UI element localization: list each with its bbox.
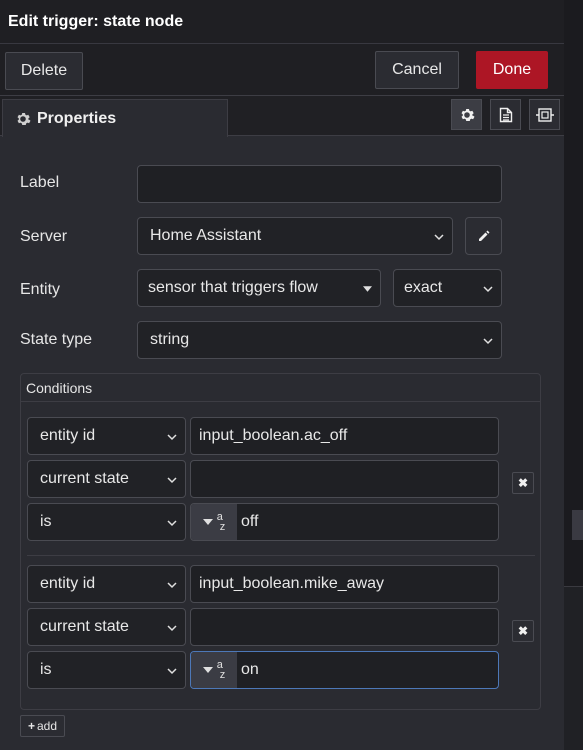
- dialog-toolbar: Delete Cancel Done: [0, 44, 564, 96]
- document-icon: [499, 107, 512, 122]
- caret-down-icon: [363, 286, 372, 292]
- conditions-panel: Conditions entity id input_boolean.ac_of…: [20, 373, 541, 710]
- gear-icon: [17, 112, 31, 125]
- pencil-icon: [478, 230, 489, 241]
- chevron-down-icon: [483, 286, 493, 293]
- condition-type-select[interactable]: entity id: [27, 565, 186, 603]
- node-appearance-icon: [535, 107, 554, 122]
- condition-separator: [27, 555, 535, 556]
- condition-value: on: [241, 661, 259, 678]
- background-app-strip: [563, 0, 583, 750]
- gear-icon: [461, 108, 474, 121]
- chevron-down-icon: [483, 338, 493, 345]
- server-field-label: Server: [20, 228, 68, 245]
- dialog-title: Edit trigger: state node: [8, 13, 184, 30]
- add-condition-label: add: [36, 719, 58, 733]
- caret-down-icon: [202, 667, 213, 673]
- chevron-down-icon: [167, 625, 177, 632]
- condition-operator-select[interactable]: is: [27, 503, 186, 541]
- dialog-title-bar: Edit trigger: state node: [0, 0, 564, 44]
- add-condition-button[interactable]: + add: [20, 715, 65, 737]
- condition-value: off: [241, 513, 259, 530]
- appearance-tab-button[interactable]: [529, 99, 560, 130]
- condition-value-typedinput[interactable]: a z on: [190, 651, 499, 689]
- remove-condition-button[interactable]: ✖: [512, 472, 534, 494]
- chevron-down-icon: [167, 477, 177, 484]
- value-type-selector[interactable]: a z: [191, 504, 237, 540]
- entity-match-select[interactable]: exact: [393, 269, 502, 307]
- edit-server-button[interactable]: [465, 217, 502, 255]
- chevron-down-icon: [434, 234, 444, 241]
- chevron-down-icon: [167, 668, 177, 675]
- chevron-down-icon: [167, 520, 177, 527]
- plus-icon: +: [27, 719, 35, 733]
- condition-property-select[interactable]: current state: [27, 460, 186, 498]
- background-info-panel: [564, 586, 583, 750]
- value-type-selector[interactable]: a z: [191, 652, 237, 688]
- background-panel-block: [572, 510, 583, 540]
- condition-property-value: current state: [40, 470, 129, 487]
- entity-select-value: sensor that triggers flow: [148, 279, 318, 296]
- tab-properties-label: Properties: [37, 109, 117, 127]
- condition-property-input[interactable]: [190, 608, 499, 646]
- condition-type-select[interactable]: entity id: [27, 417, 186, 455]
- entity-field-label: Entity: [20, 281, 61, 298]
- tab-bar: Properties: [0, 96, 564, 137]
- chevron-down-icon: [167, 434, 177, 441]
- condition-type-value: entity id: [40, 575, 96, 592]
- server-select-value: Home Assistant: [150, 227, 262, 244]
- label-input[interactable]: [137, 165, 502, 203]
- cancel-button[interactable]: Cancel: [375, 51, 459, 89]
- state-type-select[interactable]: string: [137, 321, 502, 359]
- state-type-field-label: State type: [20, 331, 93, 348]
- conditions-header: Conditions: [21, 374, 540, 402]
- chevron-down-icon: [167, 582, 177, 589]
- condition-operator-select[interactable]: is: [27, 651, 186, 689]
- condition-type-value: entity id: [40, 427, 96, 444]
- condition-operator-value: is: [40, 661, 52, 678]
- entity-match-value: exact: [404, 279, 443, 296]
- tab-properties[interactable]: Properties: [2, 99, 228, 137]
- condition-property-select[interactable]: current state: [27, 608, 186, 646]
- edit-dialog: Edit trigger: state node Delete Cancel D…: [0, 0, 564, 750]
- string-type-icon: a z: [216, 511, 226, 533]
- condition-property-input[interactable]: [190, 460, 499, 498]
- settings-tab-button[interactable]: [451, 99, 482, 130]
- condition-entity-input[interactable]: input_boolean.ac_off: [190, 417, 499, 455]
- condition-entity-input[interactable]: input_boolean.mike_away: [190, 565, 499, 603]
- description-tab-button[interactable]: [490, 99, 521, 130]
- delete-button[interactable]: Delete: [5, 52, 83, 90]
- close-icon: ✖: [517, 624, 529, 638]
- condition-operator-value: is: [40, 513, 52, 530]
- condition-property-value: current state: [40, 618, 129, 635]
- caret-down-icon: [202, 519, 213, 525]
- done-button[interactable]: Done: [476, 51, 548, 89]
- condition-value-typedinput[interactable]: a z off: [190, 503, 499, 541]
- label-field-label: Label: [20, 174, 60, 191]
- remove-condition-button[interactable]: ✖: [512, 620, 534, 642]
- entity-select[interactable]: sensor that triggers flow: [137, 269, 381, 307]
- server-select[interactable]: Home Assistant: [137, 217, 453, 255]
- state-type-value: string: [150, 331, 190, 348]
- string-type-icon: a z: [216, 659, 226, 681]
- close-icon: ✖: [517, 476, 529, 490]
